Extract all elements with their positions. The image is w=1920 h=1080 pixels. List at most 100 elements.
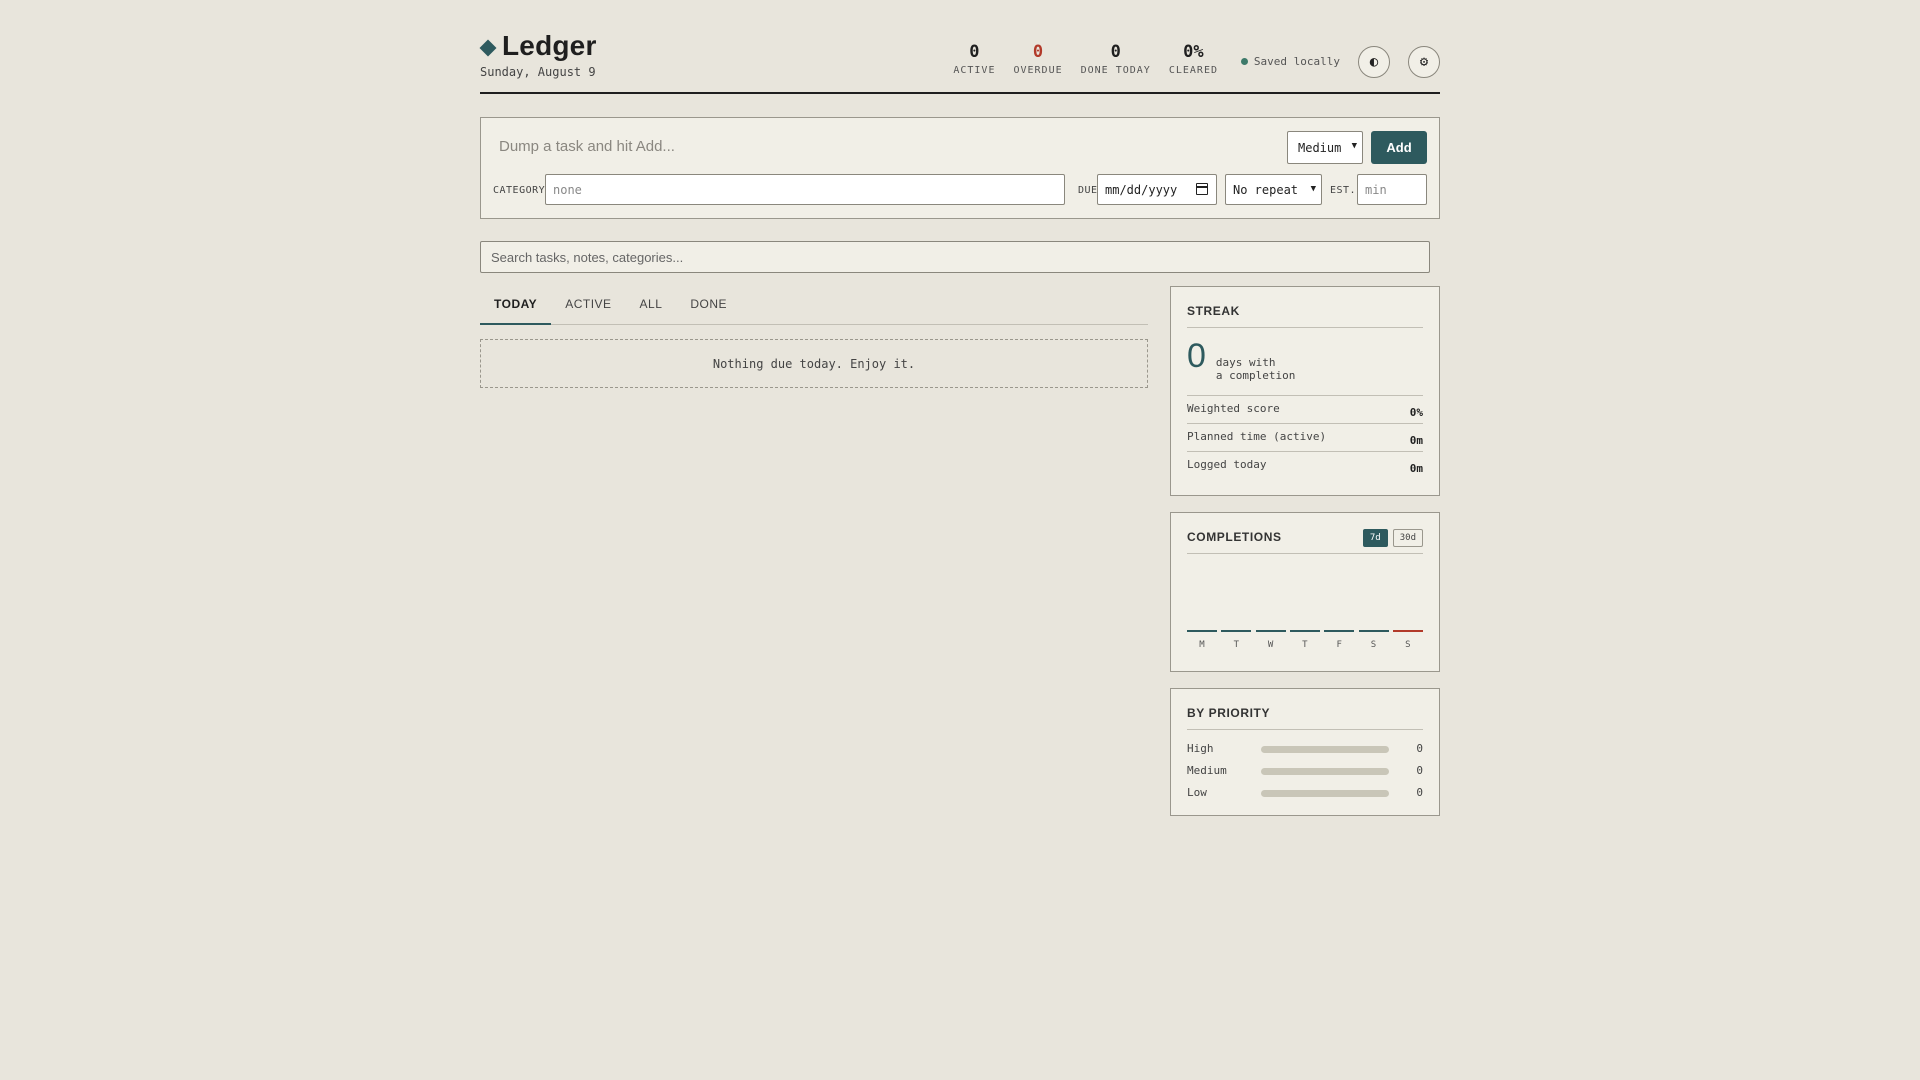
tab-active[interactable]: ACTIVE bbox=[551, 287, 625, 325]
day-label: S bbox=[1405, 640, 1411, 650]
category-input[interactable]: none bbox=[545, 174, 1065, 205]
metric-row: Weighted score 0% bbox=[1187, 396, 1423, 424]
chevron-down-icon: ▼ bbox=[1310, 184, 1316, 194]
stat-label: CLEARED bbox=[1168, 65, 1218, 76]
stat-value: 0 bbox=[969, 42, 980, 62]
streak-caption: days with a completion bbox=[1216, 356, 1295, 382]
priority-select-value: Medium bbox=[1298, 140, 1342, 155]
priority-name: High bbox=[1187, 742, 1214, 755]
priority-row: High 0 bbox=[1187, 738, 1423, 760]
tab-all[interactable]: ALL bbox=[626, 287, 677, 325]
streak-count: 0 bbox=[1187, 337, 1206, 375]
completion-bar bbox=[1221, 630, 1252, 632]
day-label: M bbox=[1199, 640, 1205, 650]
completion-bar bbox=[1392, 630, 1423, 632]
streak-panel: STREAK 0 days with a completion Weighted… bbox=[1170, 286, 1440, 496]
completion-bar bbox=[1324, 630, 1355, 632]
priority-name: Medium bbox=[1187, 764, 1227, 777]
priority-select[interactable]: Medium ▼ bbox=[1287, 131, 1363, 164]
save-status: Saved locally bbox=[1240, 55, 1340, 68]
save-status-text: Saved locally bbox=[1253, 55, 1340, 68]
stat-active: 0 ACTIVE bbox=[953, 42, 995, 76]
stat-done-today: 0 DONE TODAY bbox=[1081, 42, 1151, 76]
search-input[interactable]: Search tasks, notes, categories... bbox=[480, 241, 1430, 273]
due-date-value: mm/dd/yyyy bbox=[1105, 182, 1178, 197]
category-label: CATEGORY bbox=[493, 185, 546, 196]
range-7d-button[interactable]: 7d bbox=[1362, 529, 1388, 547]
settings-button[interactable]: ⚙ bbox=[1408, 46, 1440, 78]
panel-title: BY PRIORITY bbox=[1187, 689, 1423, 730]
task-composer: Dump a task and hit Add... Medium ▼ Add … bbox=[480, 117, 1440, 219]
task-input[interactable]: Dump a task and hit Add... bbox=[499, 138, 675, 155]
day-label: W bbox=[1267, 640, 1274, 650]
stat-cleared: 0% CLEARED bbox=[1169, 42, 1218, 76]
metric-label: Planned time (active) bbox=[1187, 430, 1327, 443]
brand: Ledger bbox=[479, 30, 597, 62]
stat-label: OVERDUE bbox=[1013, 65, 1063, 76]
stat-value: 0 bbox=[1032, 42, 1044, 62]
range-toggle: 7d 30d bbox=[1362, 529, 1423, 547]
priority-count: 0 bbox=[1416, 786, 1423, 799]
completion-bar bbox=[1358, 630, 1389, 632]
stat-overdue: 0 OVERDUE bbox=[1013, 42, 1062, 76]
due-date-input[interactable]: mm/dd/yyyy bbox=[1097, 174, 1217, 205]
task-tabs: TODAY ACTIVE ALL DONE bbox=[480, 287, 1148, 325]
range-30d-button[interactable]: 30d bbox=[1392, 529, 1423, 547]
repeat-select-value: No repeat bbox=[1233, 182, 1299, 197]
day-label: T bbox=[1302, 640, 1308, 650]
priority-bar bbox=[1261, 790, 1389, 797]
streak-summary: 0 days with a completion bbox=[1187, 328, 1423, 396]
stat-label: DONE TODAY bbox=[1080, 65, 1151, 76]
completions-panel: COMPLETIONS 7d 30d MTWTFSS bbox=[1170, 512, 1440, 672]
priority-bar bbox=[1261, 768, 1389, 775]
metric-label: Weighted score bbox=[1187, 402, 1280, 415]
diamond-logo-icon bbox=[479, 39, 497, 57]
completions-chart: MTWTFSS bbox=[1187, 554, 1423, 664]
tab-today[interactable]: TODAY bbox=[480, 287, 552, 325]
estimate-input[interactable]: min bbox=[1357, 174, 1427, 205]
priority-row: Low 0 bbox=[1187, 782, 1423, 804]
estimate-label: EST. bbox=[1330, 185, 1357, 196]
tab-done[interactable]: DONE bbox=[676, 287, 741, 325]
app-title: Ledger bbox=[502, 30, 597, 61]
completion-bar bbox=[1187, 630, 1217, 632]
priority-name: Low bbox=[1187, 786, 1207, 799]
priority-count: 0 bbox=[1416, 742, 1423, 755]
add-task-button[interactable]: Add bbox=[1371, 131, 1427, 164]
priority-bar bbox=[1261, 746, 1389, 753]
due-label: DUE bbox=[1078, 185, 1098, 196]
day-label: F bbox=[1336, 640, 1342, 650]
day-label: T bbox=[1233, 640, 1239, 650]
contrast-icon: ◐ bbox=[1369, 54, 1379, 70]
metric-label: Logged today bbox=[1187, 458, 1267, 471]
header: Ledger Sunday, August 9 0 ACTIVE 0 OVERD… bbox=[479, 0, 1440, 94]
stat-value: 0 bbox=[1110, 42, 1121, 62]
completion-bar bbox=[1289, 630, 1320, 632]
day-label: S bbox=[1370, 640, 1377, 650]
priority-list: High 0 Medium 0 Low 0 bbox=[1187, 730, 1423, 804]
repeat-select[interactable]: No repeat ▼ bbox=[1225, 174, 1322, 205]
streak-caption-line: a completion bbox=[1215, 369, 1296, 382]
app-container: Ledger Sunday, August 9 0 ACTIVE 0 OVERD… bbox=[479, 0, 1440, 816]
priority-panel: BY PRIORITY High 0 Medium 0 Low 0 bbox=[1170, 688, 1440, 816]
current-date: Sunday, August 9 bbox=[480, 65, 596, 79]
stats-bar: 0 ACTIVE 0 OVERDUE 0 DONE TODAY 0% CLEAR… bbox=[953, 42, 1218, 76]
metric-row: Logged today 0m bbox=[1187, 452, 1423, 480]
theme-toggle-button[interactable]: ◐ bbox=[1358, 46, 1390, 78]
status-dot-icon bbox=[1240, 58, 1248, 65]
empty-state: Nothing due today. Enjoy it. bbox=[480, 339, 1148, 388]
metric-row: Planned time (active) 0m bbox=[1187, 424, 1423, 452]
chevron-down-icon: ▼ bbox=[1351, 141, 1357, 151]
metric-value: 0m bbox=[1409, 462, 1423, 475]
priority-count: 0 bbox=[1416, 764, 1423, 777]
metric-value: 0m bbox=[1409, 434, 1423, 447]
panel-title: STREAK bbox=[1187, 287, 1423, 328]
streak-caption-line: days with bbox=[1215, 356, 1276, 369]
priority-row: Medium 0 bbox=[1187, 760, 1423, 782]
calendar-icon[interactable] bbox=[1196, 183, 1208, 195]
stat-label: ACTIVE bbox=[953, 65, 996, 76]
metric-value: 0% bbox=[1409, 406, 1423, 419]
stat-value: 0% bbox=[1183, 42, 1204, 62]
gear-icon: ⚙ bbox=[1419, 54, 1429, 70]
completion-bar bbox=[1255, 630, 1286, 632]
